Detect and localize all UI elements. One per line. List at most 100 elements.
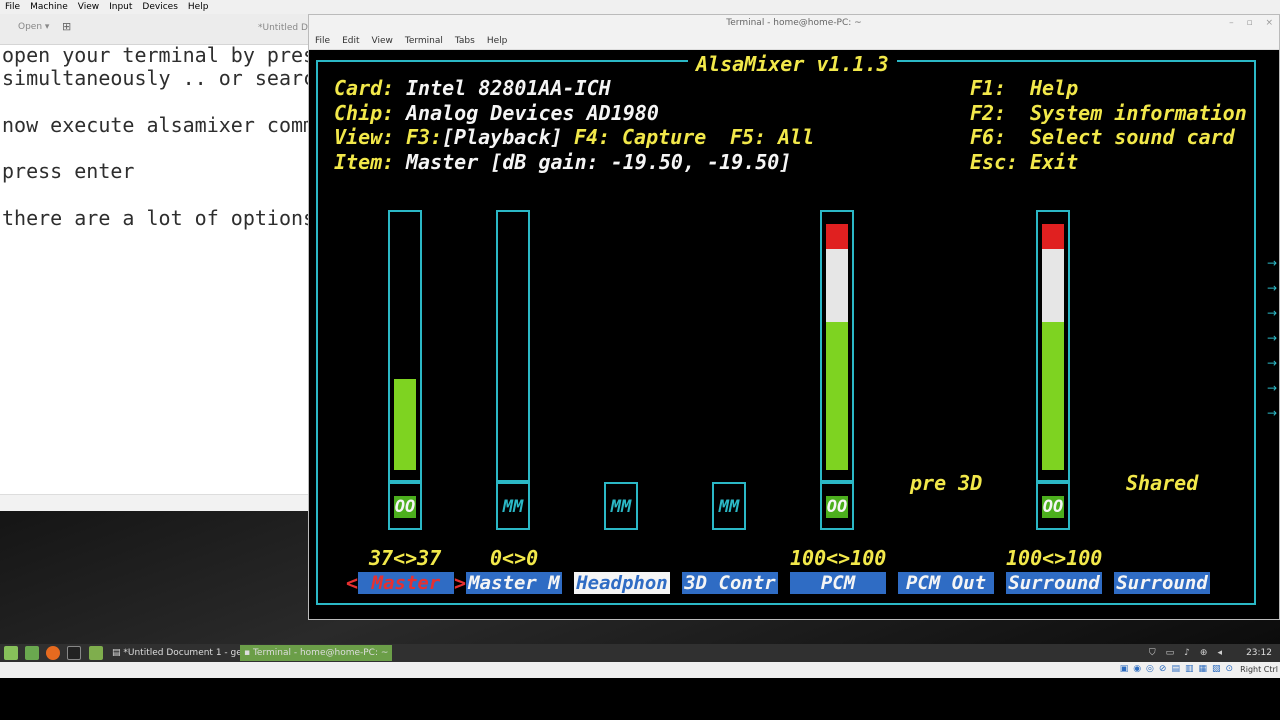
vbox-menu-machine[interactable]: Machine xyxy=(25,0,73,14)
gedit-line: now execute alsamixer comm xyxy=(2,112,310,137)
gedit-tab-title: *Untitled Do xyxy=(258,23,314,33)
vbox-menu-devices[interactable]: Devices xyxy=(137,0,182,14)
firefox-icon[interactable] xyxy=(46,646,60,660)
channel-label-pcm[interactable]: PCM xyxy=(790,572,886,594)
terminal-icon: ▪ xyxy=(244,648,253,658)
master-mono-mute-toggle[interactable]: MM xyxy=(496,482,530,530)
view-f3-key: F3: xyxy=(406,125,443,149)
taskbar: ▤ *Untitled Document 1 - gedit ▪ Termina… xyxy=(0,644,1280,662)
help-key-f6: F6: xyxy=(970,125,1007,149)
headphone-mute-toggle[interactable]: MM xyxy=(604,482,638,530)
pcm-mute-toggle[interactable]: OO xyxy=(820,482,854,530)
terminal-menu-tabs[interactable]: Tabs xyxy=(449,36,481,46)
terminal-menu-help[interactable]: Help xyxy=(481,36,514,46)
help-text-f6: Select sound card xyxy=(1030,125,1235,149)
system-tray: ⛉▭♪⊕◂ xyxy=(1149,644,1232,662)
card-label: Card: xyxy=(334,76,395,100)
taskbar-task-gedit[interactable]: ▤ *Untitled Document 1 - gedit xyxy=(108,645,258,661)
arrow-right-icon: → xyxy=(1267,406,1278,420)
bar-fill-green xyxy=(394,378,416,470)
terminal-launcher-icon[interactable] xyxy=(67,646,81,660)
surround-mute-toggle[interactable]: OO xyxy=(1036,482,1070,530)
vbox-device-icons[interactable]: ▣◉◎⊘▤▥▦▧⊙ xyxy=(1120,664,1238,674)
maximize-icon[interactable]: ▫ xyxy=(1246,18,1252,28)
bar-fill-white xyxy=(1042,248,1064,323)
show-desktop-icon[interactable] xyxy=(25,646,39,660)
bar-fill-green xyxy=(826,322,848,470)
gedit-text-area[interactable]: open your terminal by pres simultaneousl… xyxy=(2,44,310,230)
mute-state: MM xyxy=(502,497,524,517)
terminal-titlebar[interactable]: Terminal - home@home-PC: ~ – ▫ × xyxy=(309,15,1279,33)
terminal-window: Terminal - home@home-PC: ~ – ▫ × File Ed… xyxy=(308,14,1280,620)
mute-state: OO xyxy=(1042,496,1064,518)
host-key-label: Right Ctrl xyxy=(1240,665,1278,674)
vbox-menu-view[interactable]: View xyxy=(73,0,104,14)
minimize-icon[interactable]: – xyxy=(1229,18,1234,28)
alsamixer-title: AlsaMixer v1.1.3 xyxy=(688,52,897,76)
vbox-menubar: File Machine View Input Devices Help xyxy=(0,0,1280,14)
mute-state: OO xyxy=(394,496,416,518)
master-mono-volume-bar[interactable] xyxy=(496,210,530,482)
view-all[interactable]: All xyxy=(778,125,814,149)
master-mute-toggle[interactable]: OO xyxy=(388,482,422,530)
task-label: Terminal - home@home-PC: ~ xyxy=(252,648,389,658)
arrow-right-icon: → xyxy=(1267,256,1278,270)
shield-icon[interactable]: ⛉ xyxy=(1149,648,1166,658)
master-mono-level-readout: 0<>0 xyxy=(490,546,539,570)
window-controls: – ▫ × xyxy=(1219,15,1273,31)
pcm-volume-bar[interactable] xyxy=(820,210,854,482)
mint-menu-icon[interactable] xyxy=(4,646,18,660)
gedit-line: simultaneously .. or searc xyxy=(2,66,310,91)
window-icon[interactable]: ▭ xyxy=(1166,648,1185,658)
help-text-f2: System information xyxy=(1030,101,1247,125)
pcm-level-readout: 100<>100 xyxy=(790,546,887,570)
vbox-menu-file[interactable]: File xyxy=(0,0,25,14)
channel-label-pcm-out[interactable]: PCM Out xyxy=(898,572,994,594)
bar-fill-red xyxy=(1042,224,1064,249)
channel-label-surround[interactable]: Surround xyxy=(1006,572,1102,594)
view-capture[interactable]: Capture xyxy=(622,125,706,149)
terminal-menu-terminal[interactable]: Terminal xyxy=(399,36,449,46)
arrow-right-icon: → xyxy=(1267,381,1278,395)
gedit-toolbar: Open ▾ ⊞ *Untitled Do xyxy=(0,14,314,45)
view-f5-key: F5: xyxy=(730,125,767,149)
task-label: *Untitled Document 1 - gedit xyxy=(123,648,254,658)
bell-icon[interactable]: ♪ xyxy=(1184,648,1200,658)
3d-control-mute-toggle[interactable]: MM xyxy=(712,482,746,530)
vbox-menu-input[interactable]: Input xyxy=(104,0,137,14)
taskbar-task-terminal[interactable]: ▪ Terminal - home@home-PC: ~ xyxy=(240,645,393,661)
view-label: View: xyxy=(334,125,395,149)
terminal-menu-edit[interactable]: Edit xyxy=(336,36,365,46)
gedit-line xyxy=(2,91,310,114)
mute-state: MM xyxy=(718,497,740,517)
master-volume-bar[interactable] xyxy=(388,210,422,482)
channel-label-headphone[interactable]: Headphon xyxy=(574,572,670,594)
help-key-f2: F2: xyxy=(970,101,1007,125)
bar-fill-red xyxy=(826,224,848,249)
terminal-screen[interactable]: AlsaMixer v1.1.3 Card: Intel 82801AA-ICH… xyxy=(309,50,1269,619)
chip-label: Chip: xyxy=(334,101,395,125)
vbox-statusbar: ▣◉◎⊘▤▥▦▧⊙ Right Ctrl xyxy=(0,662,1280,678)
gedit-new-tab-icon[interactable]: ⊞ xyxy=(62,20,76,34)
network-icon[interactable]: ⊕ xyxy=(1200,648,1218,658)
chip-value: Analog Devices AD1980 xyxy=(406,101,659,125)
terminal-menu-file[interactable]: File xyxy=(309,36,336,46)
master-level-readout: 37<>37 xyxy=(369,546,442,570)
channel-label-3d-control[interactable]: 3D Contr xyxy=(682,572,778,594)
terminal-scrollbar[interactable]: → → → → → → → xyxy=(1267,50,1279,619)
channel-label-master[interactable]: Master xyxy=(358,572,454,594)
vbox-menu-help[interactable]: Help xyxy=(183,0,214,14)
surround-volume-bar[interactable] xyxy=(1036,210,1070,482)
item-value: Master [dB gain: -19.50, -19.50] xyxy=(406,150,792,174)
close-icon[interactable]: × xyxy=(1265,18,1273,28)
clock[interactable]: 23:12 xyxy=(1246,644,1272,662)
gedit-open-button[interactable]: Open ▾ xyxy=(12,20,55,34)
item-label: Item: xyxy=(334,150,395,174)
channel-label-master-mono[interactable]: Master M xyxy=(466,572,562,594)
view-playback[interactable]: [Playback] xyxy=(442,125,562,149)
terminal-menu-view[interactable]: View xyxy=(366,36,399,46)
files-icon[interactable] xyxy=(89,646,103,660)
channel-label-surround-2[interactable]: Surround xyxy=(1114,572,1210,594)
selected-right-marker: > xyxy=(454,571,467,595)
volume-icon[interactable]: ◂ xyxy=(1217,648,1232,658)
